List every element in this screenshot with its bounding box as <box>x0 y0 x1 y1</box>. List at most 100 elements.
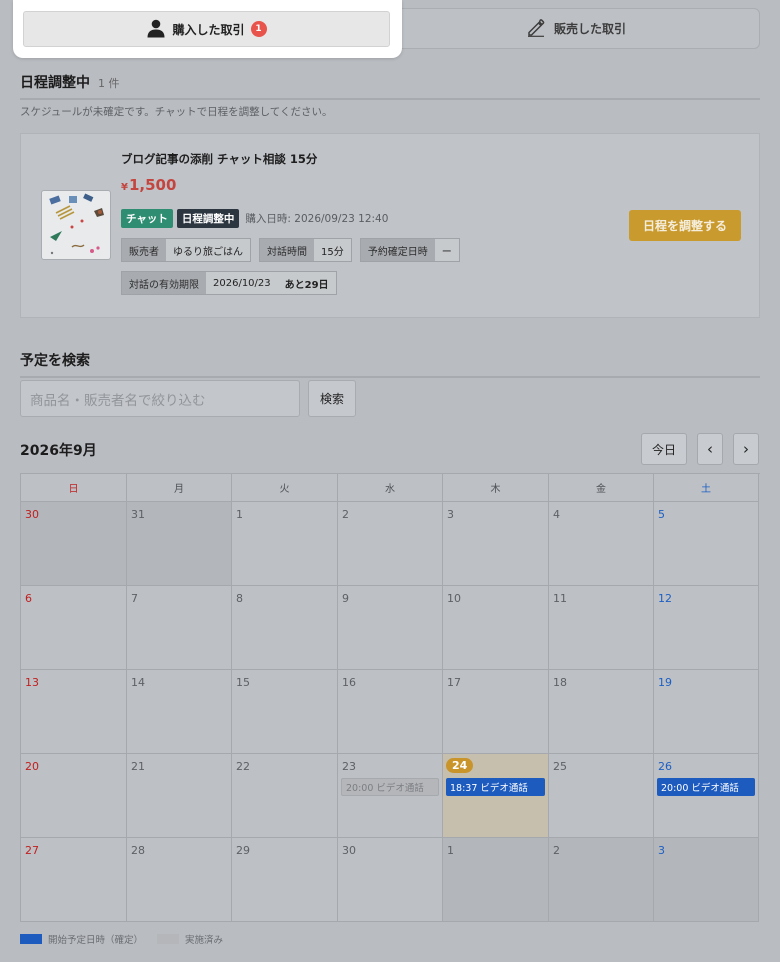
day-number: 12 <box>658 592 672 605</box>
day-number: 10 <box>447 592 461 605</box>
pending-count: 1 件 <box>98 77 120 90</box>
calendar-day[interactable]: 10 <box>443 586 549 670</box>
day-number: 1 <box>236 508 243 521</box>
calendar-event[interactable]: 18:37 ビデオ通話 <box>446 778 545 796</box>
calendar-event[interactable]: 20:00 ビデオ通話 <box>657 778 755 796</box>
day-number: 3 <box>658 844 665 857</box>
weekday-header: 水 <box>338 474 443 502</box>
legend-confirmed-label: 開始予定日時（確定） <box>48 935 144 946</box>
weekday-header-row: 日月火水木金土 <box>21 474 760 502</box>
weekday-header: 火 <box>232 474 338 502</box>
calendar-day[interactable]: 2 <box>549 838 654 922</box>
next-month-button[interactable]: › <box>733 433 759 465</box>
order-title[interactable]: ブログ記事の添削 チャット相談 15分 <box>121 151 317 167</box>
calendar-legend: 開始予定日時（確定） 実施済み <box>20 932 223 946</box>
legend-confirmed-swatch <box>20 934 42 944</box>
day-number: 3 <box>447 508 454 521</box>
calendar-day[interactable]: 19 <box>654 670 759 754</box>
calendar-day[interactable]: 30 <box>338 838 443 922</box>
calendar-week-row: 27 28 29 30 1 2 3 <box>21 838 760 922</box>
tab-bought-transactions[interactable]: 購入した取引 1 <box>23 11 390 47</box>
calendar-day[interactable]: 28 <box>127 838 232 922</box>
day-number: 23 <box>342 760 356 773</box>
calendar-day[interactable]: 12 <box>654 586 759 670</box>
weekday-header: 日 <box>21 474 127 502</box>
day-number: 5 <box>658 508 665 521</box>
calendar-day[interactable]: 1 <box>232 502 338 586</box>
pencil-icon <box>526 17 546 40</box>
calendar-day-today[interactable]: 24 18:37 ビデオ通話 <box>443 754 549 838</box>
order-meta-row-1: 販売者 ゆるり旅ごはん 対話時間 15分 予約確定日時 ー <box>121 238 460 262</box>
search-button[interactable]: 検索 <box>308 380 356 417</box>
calendar-day[interactable]: 30 <box>21 502 127 586</box>
calendar-week-row: 30 31 1 2 3 4 5 <box>21 502 760 586</box>
calendar-day[interactable]: 23 20:00 ビデオ通話 <box>338 754 443 838</box>
calendar-day[interactable]: 7 <box>127 586 232 670</box>
calendar-day[interactable]: 3 <box>654 838 759 922</box>
calendar-week-row: 20 21 22 23 20:00 ビデオ通話 24 18:37 ビデオ通話 25 26 20:0… <box>21 754 760 838</box>
calendar-day[interactable]: 25 <box>549 754 654 838</box>
pending-section-header: 日程調整中 1 件 <box>20 72 760 100</box>
calendar-day[interactable]: 26 20:00 ビデオ通話 <box>654 754 759 838</box>
prev-month-button[interactable]: ‹ <box>697 433 723 465</box>
adjust-schedule-button[interactable]: 日程を調整する <box>629 210 741 241</box>
duration-field: 対話時間 15分 <box>259 238 352 262</box>
expiry-field: 対話の有効期限 2026/10/23 あと29日 <box>121 271 337 295</box>
calendar-day[interactable]: 16 <box>338 670 443 754</box>
calendar-day[interactable]: 27 <box>21 838 127 922</box>
expiry-label: 対話の有効期限 <box>122 272 206 294</box>
search-section-header: 予定を検索 <box>20 350 760 378</box>
calendar-day[interactable]: 21 <box>127 754 232 838</box>
tab-bought-label: 購入した取引 <box>172 22 245 37</box>
day-number: 17 <box>447 676 461 689</box>
calendar-day[interactable]: 31 <box>127 502 232 586</box>
calendar-day[interactable]: 1 <box>443 838 549 922</box>
calendar-day[interactable]: 18 <box>549 670 654 754</box>
calendar-day[interactable]: 4 <box>549 502 654 586</box>
day-number: 25 <box>553 760 567 773</box>
duration-label: 対話時間 <box>260 239 314 261</box>
day-number: 14 <box>131 676 145 689</box>
calendar-grid: 日月火水木金土 30 31 1 2 3 4 5 6 7 8 9 10 11 12 13 14 15 16 17 18 19… <box>20 473 760 922</box>
calendar-day[interactable]: 29 <box>232 838 338 922</box>
price-currency: ¥ <box>121 182 128 193</box>
calendar-day[interactable]: 17 <box>443 670 549 754</box>
search-input[interactable]: 商品名・販売者名で絞り込む <box>20 380 300 417</box>
calendar-day[interactable]: 11 <box>549 586 654 670</box>
confirmed-date-value: ー <box>434 239 459 261</box>
calendar-day[interactable]: 15 <box>232 670 338 754</box>
calendar-day[interactable]: 3 <box>443 502 549 586</box>
status-badge: 日程調整中 <box>176 209 240 228</box>
day-number: 8 <box>236 592 243 605</box>
calendar-day[interactable]: 20 <box>21 754 127 838</box>
product-thumbnail[interactable] <box>41 190 111 260</box>
day-number: 29 <box>236 844 250 857</box>
day-number: 21 <box>131 760 145 773</box>
calendar-day[interactable]: 6 <box>21 586 127 670</box>
calendar-event[interactable]: 20:00 ビデオ通話 <box>341 778 439 796</box>
seller-field: 販売者 ゆるり旅ごはん <box>121 238 251 262</box>
tab-sold-transactions[interactable]: 販売した取引 <box>391 9 761 48</box>
day-number: 11 <box>553 592 567 605</box>
calendar-day[interactable]: 5 <box>654 502 759 586</box>
day-number: 2 <box>553 844 560 857</box>
day-number: 22 <box>236 760 250 773</box>
calendar-day[interactable]: 22 <box>232 754 338 838</box>
calendar-week-row: 6 7 8 9 10 11 12 <box>21 586 760 670</box>
calendar-day[interactable]: 8 <box>232 586 338 670</box>
day-number: 26 <box>658 760 672 773</box>
weekday-header: 金 <box>549 474 654 502</box>
calendar-day[interactable]: 2 <box>338 502 443 586</box>
calendar-week-row: 13 14 15 16 17 18 19 <box>21 670 760 754</box>
calendar-day[interactable]: 14 <box>127 670 232 754</box>
seller-label: 販売者 <box>122 239 166 261</box>
day-number: 31 <box>131 508 145 521</box>
day-number: 4 <box>553 508 560 521</box>
calendar-day[interactable]: 13 <box>21 670 127 754</box>
calendar-day[interactable]: 9 <box>338 586 443 670</box>
today-button[interactable]: 今日 <box>641 433 687 465</box>
day-number: 2 <box>342 508 349 521</box>
confirmed-date-label: 予約確定日時 <box>360 239 435 261</box>
expiry-date: 2026/10/23 <box>213 277 271 289</box>
day-number: 24 <box>446 758 474 773</box>
